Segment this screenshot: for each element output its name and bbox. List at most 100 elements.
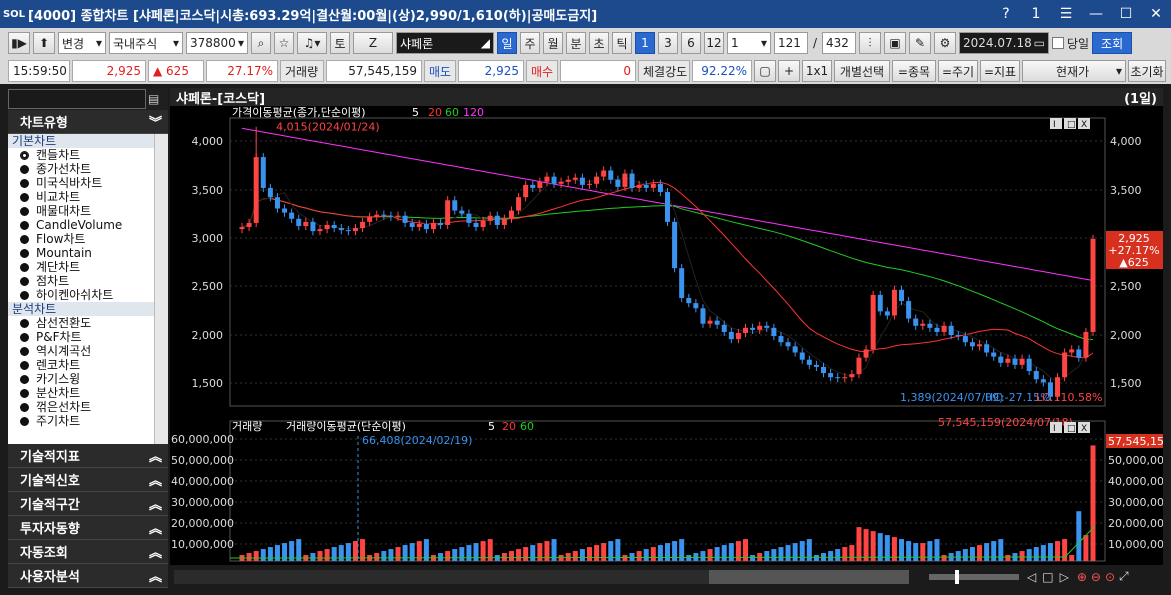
zoom-out-icon[interactable]: ⊖ xyxy=(1091,570,1101,584)
same-day-checkbox[interactable]: 당일 xyxy=(1052,35,1089,52)
num-1-button[interactable]: 1 xyxy=(635,32,655,54)
chart-type-item[interactable]: CandleVolume xyxy=(8,218,168,232)
left-section[interactable]: 사용자분석 ︽ xyxy=(8,564,168,588)
chart-type-item[interactable]: 카기스윙 xyxy=(8,372,168,386)
change-select[interactable]: 변경 ▾ xyxy=(58,32,106,54)
pane-button-icon[interactable]: X xyxy=(1081,424,1087,434)
code-input[interactable]: 378800 ▾ xyxy=(186,32,248,54)
chart-type-item[interactable]: 종가선차트 xyxy=(8,162,168,176)
chart-type-item[interactable]: 계단차트 xyxy=(8,260,168,274)
next-icon[interactable]: ▷ xyxy=(1060,570,1069,584)
chart-type-item[interactable]: Mountain xyxy=(8,246,168,260)
chart-type-item[interactable]: 역시계곡선 xyxy=(8,344,168,358)
z-button[interactable]: Z xyxy=(353,32,393,54)
chevron-up-icon: ︾ xyxy=(148,116,162,131)
pane-button-icon[interactable]: I xyxy=(1053,120,1056,130)
left-section[interactable]: 투자자동향 ︽ xyxy=(8,516,168,540)
zoom-candles-icon[interactable]: ⫶ xyxy=(859,32,881,54)
price-type-select[interactable]: 현재가 ▾ xyxy=(1022,60,1126,82)
period-minute-tab[interactable]: 분 xyxy=(566,32,586,54)
t-button[interactable]: 토 xyxy=(330,32,350,54)
chart-type-search-input[interactable] xyxy=(8,89,146,109)
list-icon[interactable]: ▤ xyxy=(148,92,159,106)
chart-type-item[interactable]: 삼선전환도 xyxy=(8,316,168,330)
zoom-reset-icon[interactable]: ⊙ xyxy=(1105,570,1115,584)
chart-type-item[interactable]: 비교차트 xyxy=(8,190,168,204)
screen-number-button[interactable]: 1 xyxy=(1021,0,1051,28)
individual-select-button[interactable]: 개별선택 xyxy=(834,60,890,82)
same-period-button[interactable]: =주기 xyxy=(938,60,978,82)
minimize-button[interactable]: — xyxy=(1081,0,1111,28)
chart-type-item[interactable]: 매물대차트 xyxy=(8,204,168,218)
count-input[interactable]: 121 xyxy=(774,32,808,54)
help-button[interactable]: ? xyxy=(991,0,1021,28)
volume-ma-legend: 거래량이동평균(단순이평) xyxy=(286,420,406,433)
panel-toggle-icon[interactable]: ▮▶ xyxy=(8,32,30,54)
price-tick-right: 2,500 xyxy=(1110,280,1142,293)
period-tick-tab[interactable]: 틱 xyxy=(612,32,632,54)
layout-1x1-button[interactable]: 1x1 xyxy=(802,60,832,82)
market-select[interactable]: 국내주식 ▾ xyxy=(109,32,183,54)
chart-type-item[interactable]: 주기차트 xyxy=(8,414,168,428)
alarm-icon[interactable]: ♫▾ xyxy=(297,32,327,54)
num-12-button[interactable]: 12 xyxy=(704,32,724,54)
period-day-tab[interactable]: 일 xyxy=(497,32,517,54)
candle xyxy=(700,308,706,324)
zoom-slider[interactable] xyxy=(929,569,1019,584)
period-week-tab[interactable]: 주 xyxy=(520,32,540,54)
chart-type-item[interactable]: 하이켄아쉬차트 xyxy=(8,288,168,302)
pane-button-icon[interactable]: I xyxy=(1053,424,1056,434)
star-icon[interactable]: ☆ xyxy=(274,32,294,54)
menu-icon[interactable]: ☰ xyxy=(1051,0,1081,28)
volume-bar xyxy=(913,543,919,561)
left-section[interactable]: 기술적지표 ︽ xyxy=(8,444,168,468)
pane-button-icon[interactable]: X xyxy=(1081,120,1087,130)
date-field[interactable]: 2024.07.18 ▭ xyxy=(959,32,1049,54)
horizontal-scrollbar[interactable] xyxy=(174,569,909,584)
reset-button[interactable]: 초기화 xyxy=(1128,60,1166,82)
add-chart-button[interactable]: + xyxy=(778,60,800,82)
zoom-in-icon[interactable]: ⊕ xyxy=(1077,570,1087,584)
group-analysis: 분석차트 xyxy=(8,302,168,316)
chart-type-item[interactable]: P&F차트 xyxy=(8,330,168,344)
volume-tick-left: 20,000,000 xyxy=(171,517,234,530)
period-second-tab[interactable]: 초 xyxy=(589,32,609,54)
pane-button-icon[interactable]: □ xyxy=(1067,424,1076,434)
chart-type-item[interactable]: 꺾은선차트 xyxy=(8,400,168,414)
candle xyxy=(615,179,621,187)
prev-icon[interactable]: ◁ xyxy=(1027,570,1036,584)
same-index-button[interactable]: =지표 xyxy=(980,60,1020,82)
chart-type-item[interactable]: Flow차트 xyxy=(8,232,168,246)
chart-type-item[interactable]: 점차트 xyxy=(8,274,168,288)
pane-button-icon[interactable]: □ xyxy=(1067,120,1076,130)
chart-type-item[interactable]: 렌코차트 xyxy=(8,358,168,372)
stock-name-field[interactable]: 샤페론 ◢ xyxy=(396,32,494,54)
stop-icon[interactable]: □ xyxy=(1042,570,1053,584)
num-3-button[interactable]: 3 xyxy=(658,32,678,54)
same-item-button[interactable]: =종목 xyxy=(892,60,936,82)
candle xyxy=(310,221,316,232)
chart-type-item[interactable]: 미국식바차트 xyxy=(8,176,168,190)
maximize-button[interactable]: ☐ xyxy=(1111,0,1141,28)
fullscreen-icon[interactable]: ⤢ xyxy=(1119,569,1129,584)
left-section[interactable]: 자동조회 ︽ xyxy=(8,540,168,564)
num-6-button[interactable]: 6 xyxy=(681,32,701,54)
settings-icon[interactable]: ⚙ xyxy=(934,32,956,54)
expand-icon[interactable]: ▢ xyxy=(754,60,776,82)
list-scrollbar[interactable] xyxy=(154,134,168,444)
query-button[interactable]: 조회 xyxy=(1092,32,1133,54)
pen-icon[interactable]: ✎ xyxy=(909,32,931,54)
pin-icon[interactable]: ⬆ xyxy=(33,32,55,54)
save-icon[interactable]: ▣ xyxy=(884,32,906,54)
period-month-tab[interactable]: 월 xyxy=(543,32,563,54)
close-button[interactable]: ✕ xyxy=(1141,0,1171,28)
search-icon[interactable]: ⌕ xyxy=(251,32,271,54)
chart-type-section[interactable]: 차트유형 ︾ xyxy=(8,110,168,134)
volume-bar xyxy=(594,545,600,561)
left-section[interactable]: 기술적구간 ︽ xyxy=(8,492,168,516)
chart-type-item[interactable]: 캔들차트 xyxy=(8,148,168,162)
left-section[interactable]: 기술적신호 ︽ xyxy=(8,468,168,492)
interval-select[interactable]: 1 ▾ xyxy=(727,32,771,54)
chart-svg[interactable]: 4,0004,0003,5003,5003,0003,0002,5002,500… xyxy=(170,106,1171,583)
chart-type-item[interactable]: 분산차트 xyxy=(8,386,168,400)
